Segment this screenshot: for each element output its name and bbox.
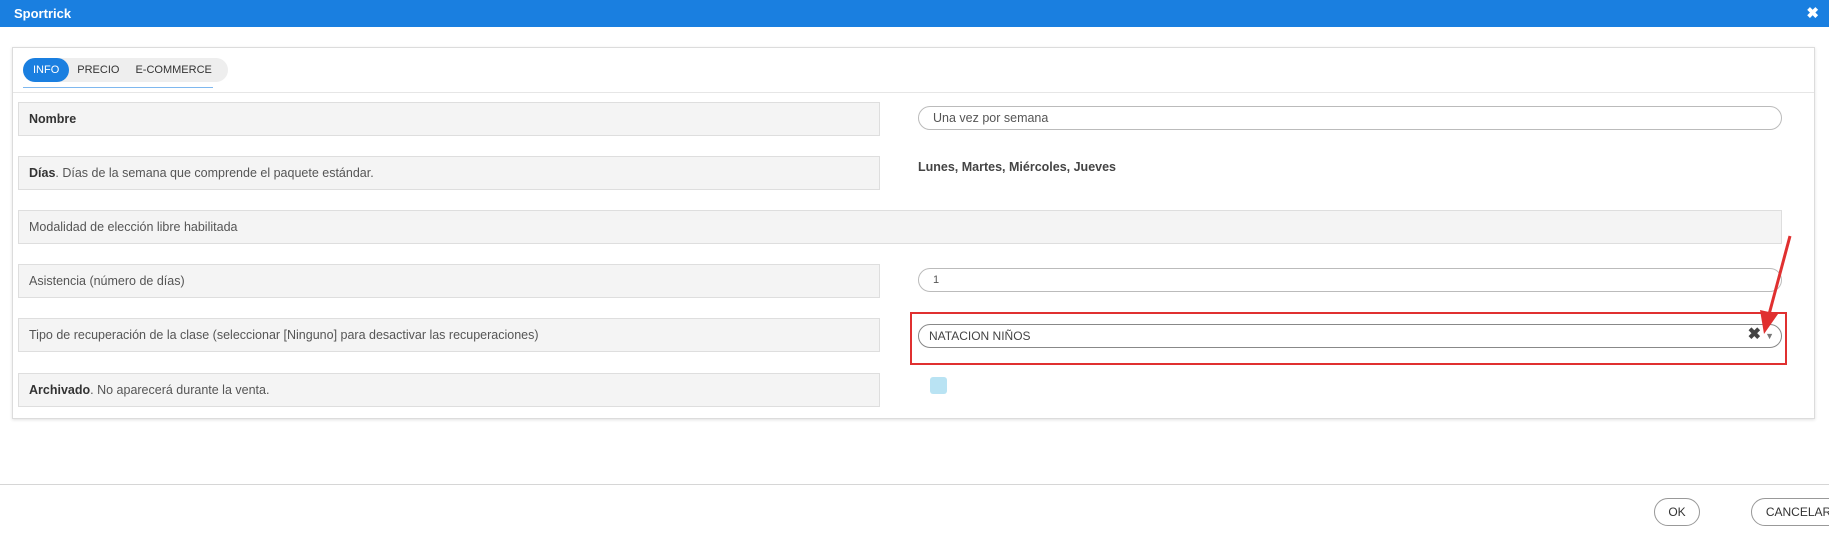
cancel-button[interactable]: CANCELAR (1751, 498, 1829, 526)
window-title: Sportrick (14, 6, 72, 21)
label-archivado-desc: . No aparecerá durante la venta. (90, 383, 270, 397)
label-nombre: Nombre (18, 102, 880, 136)
label-tipo-recuperacion: Tipo de recuperación de la clase (selecc… (18, 318, 880, 352)
asistencia-input[interactable]: 1 (918, 268, 1782, 292)
annotation-highlight-box (910, 312, 1787, 365)
tab-ecommerce[interactable]: E-COMMERCE (127, 58, 219, 82)
label-tipo-recuperacion-text: Tipo de recuperación de la clase (selecc… (29, 328, 539, 342)
label-dias-bold: Días (29, 166, 56, 180)
close-icon[interactable]: ✖ (1806, 4, 1819, 22)
label-dias-desc: . Días de la semana que comprende el paq… (55, 166, 374, 180)
nombre-input[interactable]: Una vez por semana (918, 106, 1782, 130)
tab-info[interactable]: INFO (23, 58, 70, 82)
label-asistencia: Asistencia (número de días) (18, 264, 880, 298)
panel-divider (13, 92, 1814, 93)
label-archivado-bold: Archivado (29, 383, 91, 397)
window-titlebar: Sportrick ✖ (0, 0, 1829, 27)
archivado-checkbox[interactable] (930, 377, 947, 394)
ok-button[interactable]: OK (1654, 498, 1700, 526)
tab-bar: INFO PRECIO E-COMMERCE (23, 58, 228, 82)
label-archivado: Archivado. No aparecerá durante la venta… (18, 373, 880, 407)
annotation-arrow-icon (1760, 235, 1792, 334)
label-modalidad: Modalidad de elección libre habilitada (18, 210, 1782, 244)
label-dias: Días. Días de la semana que comprende el… (18, 156, 880, 190)
label-asistencia-text: Asistencia (número de días) (29, 274, 185, 288)
label-nombre-text: Nombre (29, 112, 77, 126)
tab-precio[interactable]: PRECIO (69, 58, 127, 82)
label-modalidad-text: Modalidad de elección libre habilitada (29, 220, 238, 234)
footer-divider (0, 484, 1829, 485)
dias-value: Lunes, Martes, Miércoles, Jueves (918, 160, 1117, 174)
tab-underline (23, 87, 213, 88)
